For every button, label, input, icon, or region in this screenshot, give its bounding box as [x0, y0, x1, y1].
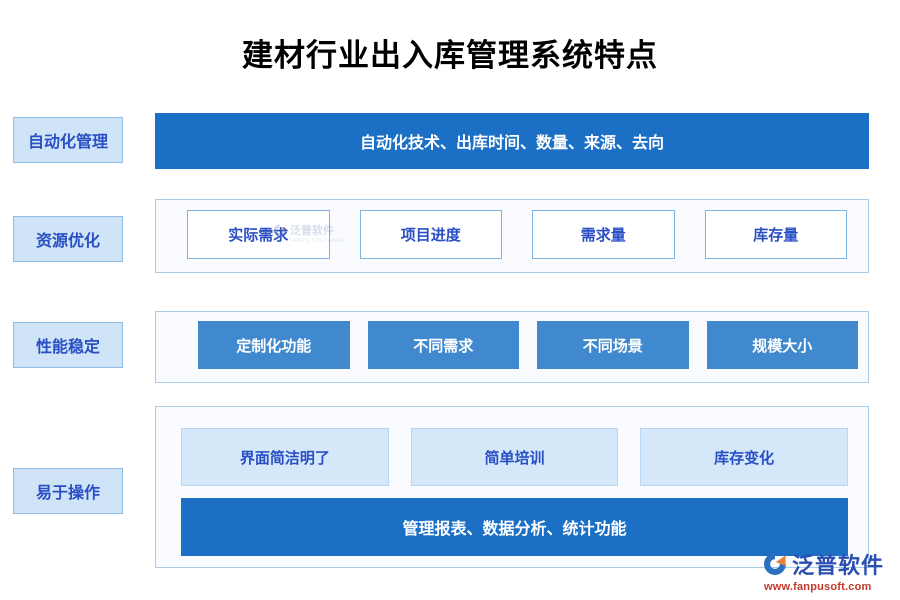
row-2-chip-group: 实际需求 项目进度 需求量 库存量	[187, 210, 847, 259]
infographic-canvas: 建材行业出入库管理系统特点 自动化管理 资源优化 性能稳定 易于操作 自动化技术…	[0, 0, 900, 600]
category-label-automation: 自动化管理	[13, 117, 123, 163]
row-4-banner: 管理报表、数据分析、统计功能	[181, 498, 848, 556]
row-4-chip: 库存变化	[640, 428, 849, 486]
row-3-chip: 规模大小	[706, 321, 858, 369]
fanpu-logo: 泛普软件 www.fanpusoft.com	[762, 548, 884, 593]
row-3-chip-label: 不同场景	[582, 337, 643, 355]
row-4-chip: 简单培训	[410, 428, 619, 486]
row-4-chip-label: 库存变化	[714, 449, 775, 467]
category-label-easy-operation: 易于操作	[13, 468, 123, 514]
page-title: 建材行业出入库管理系统特点	[242, 38, 658, 73]
category-label-text: 自动化管理	[27, 134, 108, 151]
row-2-chip: 库存量	[704, 210, 847, 259]
row-2-chip: 实际需求	[187, 210, 330, 259]
fanpu-logo-row: 泛普软件	[762, 548, 884, 580]
row-3-chip: 不同场景	[537, 321, 689, 369]
row-4-chip-group: 界面简洁明了 简单培训 库存变化	[181, 428, 849, 486]
row-2-chip: 项目进度	[359, 210, 502, 259]
row-3-chip-label: 规模大小	[752, 337, 813, 355]
fanpu-logo-icon	[762, 551, 788, 577]
fanpu-logo-text: 泛普软件	[792, 553, 885, 578]
category-label-text: 资源优化	[35, 233, 100, 250]
category-label-text: 性能稳定	[35, 339, 100, 356]
row-4-chip: 界面简洁明了	[181, 428, 389, 486]
row-2-chip-label: 实际需求	[228, 227, 289, 244]
fanpu-logo-url: www.fanpusoft.com	[764, 581, 872, 593]
category-label-resource-optimization: 资源优化	[13, 216, 123, 262]
row-3-chip: 不同需求	[367, 321, 519, 369]
row-2-chip-label: 库存量	[753, 227, 799, 244]
category-label-stable-performance: 性能稳定	[13, 322, 123, 368]
row-2-chip: 需求量	[532, 210, 675, 259]
row-2-chip-label: 项目进度	[400, 227, 461, 244]
row-2-chip-label: 需求量	[580, 227, 626, 244]
row-3-chip: 定制化功能	[198, 321, 350, 369]
row-1-banner-text: 自动化技术、出库时间、数量、来源、去向	[359, 135, 664, 152]
row-3-chip-label: 定制化功能	[236, 337, 312, 355]
category-label-text: 易于操作	[35, 485, 100, 502]
row-3-chip-label: 不同需求	[413, 337, 474, 355]
row-3-chip-group: 定制化功能 不同需求 不同场景 规模大小	[198, 321, 858, 369]
row-4-chip-label: 简单培训	[484, 449, 545, 467]
row-1-banner: 自动化技术、出库时间、数量、来源、去向	[155, 113, 869, 169]
row-4-banner-text: 管理报表、数据分析、统计功能	[402, 521, 627, 538]
row-4-chip-label: 界面简洁明了	[239, 449, 330, 467]
